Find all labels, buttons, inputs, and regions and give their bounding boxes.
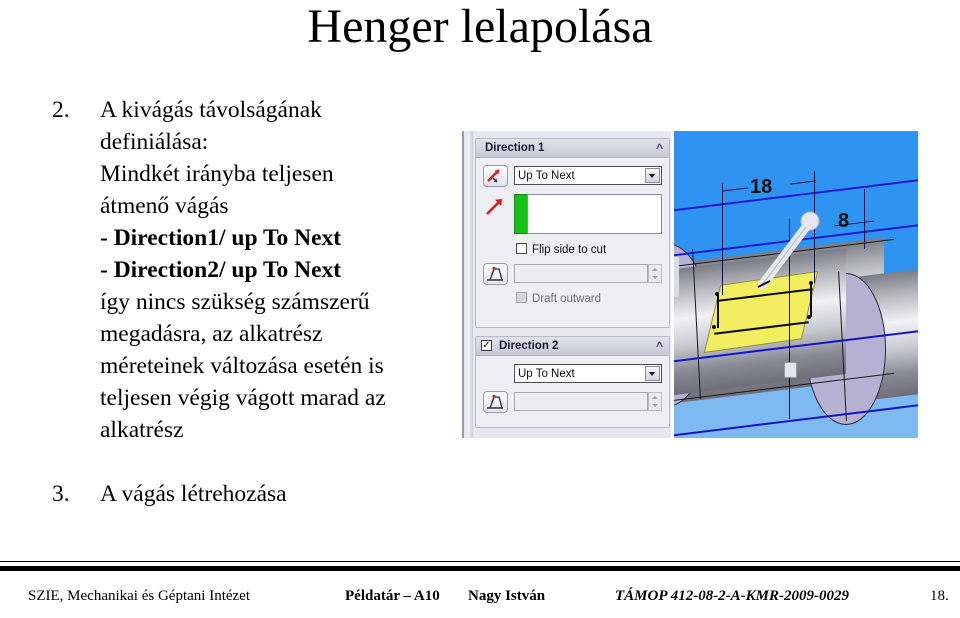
selection-active-indicator — [514, 194, 528, 234]
direction-arrow-icon — [484, 195, 506, 222]
model-viewport[interactable]: 18 8 — [673, 131, 918, 438]
direction2-header[interactable]: ✓ Direction 2 ^ — [476, 337, 669, 356]
direction2-end-condition-value: Up To Next — [518, 368, 575, 380]
sketch-vertex[interactable] — [715, 292, 719, 296]
direction1-end-condition-value: Up To Next — [518, 170, 575, 182]
reverse-direction-arrow-icon — [487, 169, 500, 183]
property-manager-panel: Direction 1 ^ Up To Next Flip side to cu… — [462, 131, 671, 438]
direction1-selection-field[interactable] — [527, 194, 662, 234]
step-3-lines: A vágás létrehozása — [100, 478, 452, 510]
dim-18-line-right — [790, 180, 816, 185]
footer-rule-thin — [0, 561, 960, 562]
step-2-line-11: alkatrész — [100, 417, 184, 443]
depth-drag-handle[interactable] — [784, 362, 797, 378]
sketch-rect-left — [717, 294, 719, 328]
footer-page-number: 18. — [930, 588, 949, 604]
step-2-line-3: Mindkét irányba teljesen — [100, 161, 334, 187]
footer-author: Nagy István — [468, 588, 546, 604]
step-2-block: 2. A kivágás távolságának definiálása: M… — [52, 94, 452, 446]
step-3-block: 3. A vágás létrehozása — [52, 478, 452, 510]
footer-project: TÁMOP 412-08-2-A-KMR-2009-0029 — [615, 588, 850, 604]
direction2-end-condition-combo[interactable]: Up To Next — [514, 364, 662, 383]
flip-side-to-cut-checkbox[interactable] — [516, 243, 527, 254]
flip-side-to-cut-label: Flip side to cut — [532, 244, 607, 256]
footer: SZIE, Mechanikai és Géptani Intézet Péld… — [0, 585, 960, 618]
step-2-line-5: - Direction1/ up To Next — [100, 225, 342, 251]
chevron-up-icon[interactable]: ^ — [656, 141, 663, 156]
draft-outward-label: Draft outward — [532, 293, 602, 305]
sketch-vertex[interactable] — [807, 315, 811, 319]
footer-rule-thick — [0, 566, 960, 571]
direction2-draft-angle-field[interactable] — [514, 392, 648, 411]
chevron-down-icon[interactable] — [645, 366, 660, 381]
dim-8-extension — [864, 189, 866, 249]
page-title: Henger lelapolása — [307, 0, 653, 53]
dimension-label-8[interactable]: 8 — [838, 210, 849, 233]
flip-side-to-cut-row[interactable]: Flip side to cut — [516, 243, 606, 257]
direction1-header[interactable]: Direction 1 ^ — [476, 139, 669, 158]
step-2-line-4: átmenő vágás — [100, 193, 229, 219]
direction2-draft-spinner[interactable] — [648, 392, 662, 411]
chevron-up-icon[interactable]: ^ — [656, 339, 663, 354]
step-2-line-1: A kivágás távolságának — [100, 97, 322, 123]
draft-outward-row[interactable]: Draft outward — [516, 292, 601, 306]
chevron-down-icon[interactable] — [645, 168, 660, 183]
direction1-end-condition-combo[interactable]: Up To Next — [514, 166, 662, 185]
dim-18-extension-left — [722, 183, 724, 295]
step-2-line-2: definiálása: — [100, 129, 209, 155]
direction2-enable-checkbox[interactable]: ✓ — [481, 340, 492, 351]
viewport-splitter-grip[interactable] — [674, 257, 679, 297]
direction1-header-label: Direction 1 — [485, 142, 545, 154]
draft-angle-icon — [487, 266, 503, 281]
cad-screenshot: Direction 1 ^ Up To Next Flip side to cu… — [462, 131, 918, 438]
footer-book: Példatár – A10 — [345, 588, 440, 604]
direction1-group: Direction 1 ^ Up To Next Flip side to cu… — [475, 138, 670, 328]
dimension-label-18[interactable]: 18 — [750, 176, 772, 199]
step-2-line-8: megadásra, az alkatrész — [100, 321, 323, 347]
step-3-row: 3. A vágás létrehozása — [52, 478, 452, 510]
direction1-draft-angle-field[interactable] — [514, 264, 648, 283]
footer-institute: SZIE, Mechanikai és Géptani Intézet — [28, 588, 250, 604]
step-2-line-7: így nincs szükség számszerű — [100, 289, 370, 315]
sketch-vertex[interactable] — [712, 325, 716, 329]
step-2-row: 2. A kivágás távolságának definiálása: M… — [52, 94, 452, 446]
panel-scrollbar[interactable] — [468, 131, 473, 438]
reverse-direction-button[interactable] — [483, 165, 508, 187]
direction1-draft-button[interactable] — [483, 263, 508, 285]
step-3-number: 3. — [52, 481, 70, 507]
draft-angle-icon — [487, 394, 503, 409]
preview-direction-handle[interactable] — [748, 209, 828, 304]
step-2-lines: A kivágás távolságának definiálása: Mind… — [100, 94, 452, 446]
direction1-draft-spinner[interactable] — [648, 264, 662, 283]
step-2-line-10: teljesen végig vágott marad az — [100, 385, 386, 411]
draft-outward-checkbox[interactable] — [516, 292, 527, 303]
direction2-draft-button[interactable] — [483, 391, 508, 413]
dim-18-line-left — [722, 187, 748, 192]
step-2-line-6: - Direction2/ up To Next — [100, 257, 342, 283]
step-2-number: 2. — [52, 97, 70, 123]
step-3-line-1: A vágás létrehozása — [100, 481, 287, 507]
direction2-header-label: Direction 2 — [499, 340, 559, 352]
direction2-group: ✓ Direction 2 ^ Up To Next — [475, 336, 670, 428]
step-2-line-9: méreteinek változása esetén is — [100, 353, 384, 379]
